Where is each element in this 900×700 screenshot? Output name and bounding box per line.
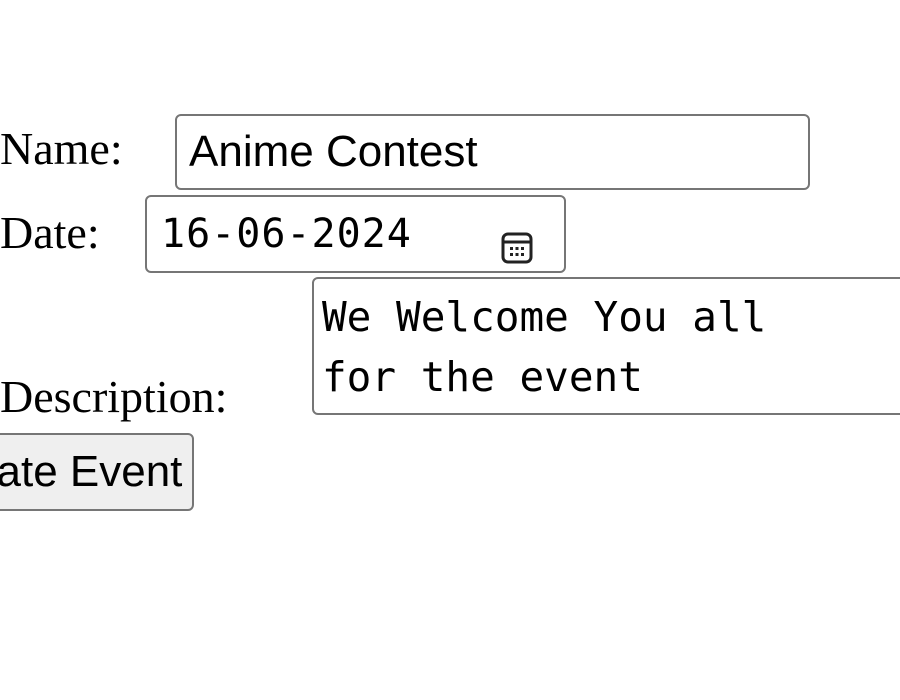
description-line: We Welcome You all [322, 293, 767, 341]
date-input-value: 16-06-2024 [161, 211, 412, 257]
description-textarea[interactable]: We Welcome You all for the event [312, 277, 900, 415]
description-line: for the event [322, 353, 643, 401]
date-label: Date: [0, 207, 100, 258]
name-label: Name: [0, 123, 123, 174]
date-input[interactable]: 16-06-2024 [145, 195, 566, 273]
name-input-value: Anime Contest [189, 127, 478, 176]
create-event-button[interactable]: Create Event [0, 433, 194, 511]
name-input[interactable]: Anime Contest [175, 114, 810, 190]
calendar-icon[interactable] [500, 216, 534, 264]
event-form: Name: Anime Contest Date: 16-06-2024 Des… [0, 0, 900, 700]
description-label: Description: [0, 371, 228, 422]
